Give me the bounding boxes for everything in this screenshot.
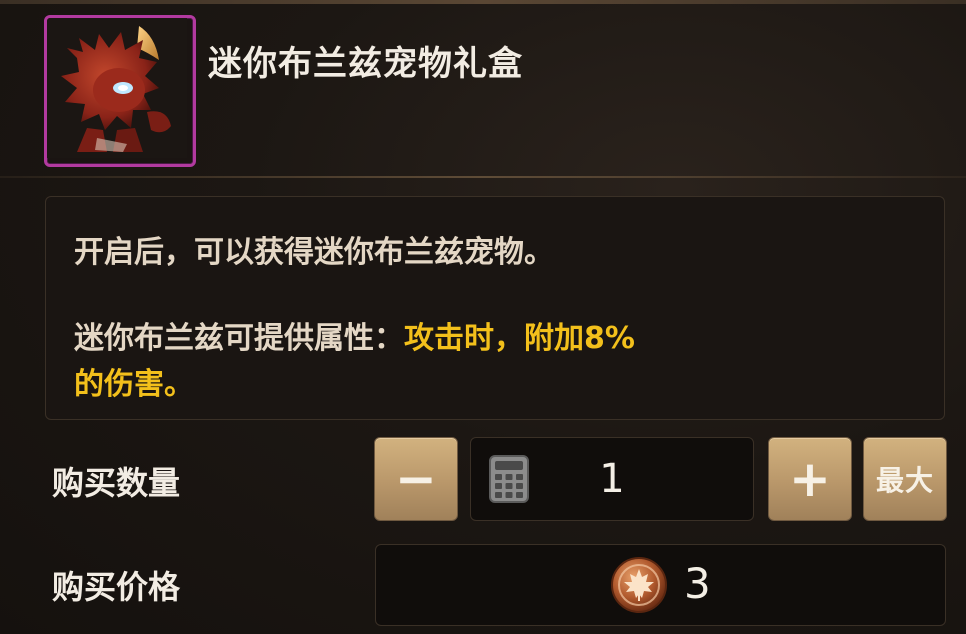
- increase-quantity-button[interactable]: +: [768, 437, 852, 521]
- item-title: 迷你布兰兹宠物礼盒: [208, 44, 523, 84]
- description-line-3: 的伤害。: [74, 367, 194, 402]
- divider: [0, 176, 966, 178]
- quantity-value: 1: [599, 456, 625, 502]
- description-line-1: 开启后，可以获得迷你布兰兹宠物。: [74, 235, 554, 270]
- decrease-quantity-button[interactable]: −: [374, 437, 458, 521]
- max-quantity-button[interactable]: 最大: [863, 437, 947, 521]
- description-line-2: 迷你布兰兹可提供属性：攻击时，附加8%: [74, 313, 635, 357]
- top-border: [0, 0, 966, 4]
- maple-leaf-coin-icon: [611, 557, 667, 613]
- item-icon-frame: [44, 15, 196, 167]
- pet-creature-icon: [47, 18, 187, 158]
- price-value: 3: [684, 559, 711, 608]
- price-label: 购买价格: [52, 568, 181, 606]
- price-display: 3: [375, 544, 946, 626]
- description-attribute-value: 攻击时，附加8%: [404, 321, 635, 356]
- description-panel: 开启后，可以获得迷你布兰兹宠物。 迷你布兰兹可提供属性：攻击时，附加8% 的伤害…: [45, 196, 945, 420]
- quantity-label: 购买数量: [52, 464, 181, 502]
- quantity-input[interactable]: 1: [470, 437, 754, 521]
- description-attribute-label: 迷你布兰兹可提供属性：: [74, 321, 404, 356]
